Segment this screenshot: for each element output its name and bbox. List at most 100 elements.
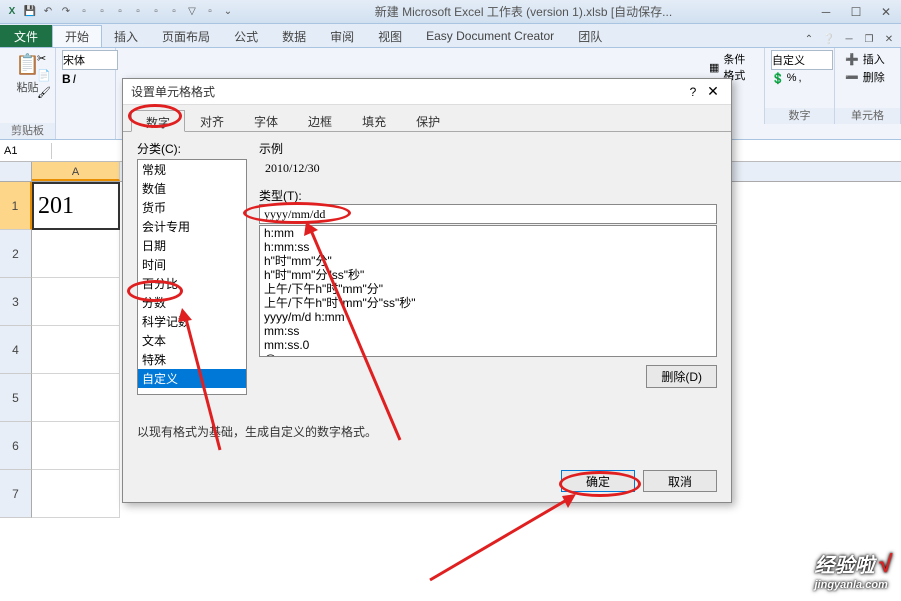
type-item[interactable]: mm:ss <box>260 324 716 338</box>
save-icon[interactable]: 💾 <box>22 4 38 20</box>
undo-icon[interactable]: ↶ <box>40 4 56 20</box>
qat-dropdown-icon[interactable]: ⌄ <box>220 4 236 20</box>
copy-icon[interactable]: 📄 <box>37 69 51 82</box>
category-item[interactable]: 日期 <box>138 236 246 255</box>
row-header-4[interactable]: 4 <box>0 326 32 374</box>
category-list[interactable]: 常规 数值 货币 会计专用 日期 时间 百分比 分数 科学记数 文本 特殊 自定… <box>137 159 247 395</box>
type-input[interactable] <box>259 204 717 224</box>
dialog-tab-border[interactable]: 边框 <box>293 109 347 131</box>
type-item[interactable]: h:mm:ss <box>260 240 716 254</box>
row-header-5[interactable]: 5 <box>0 374 32 422</box>
tab-team[interactable]: 团队 <box>566 25 614 47</box>
insert-cells-button[interactable]: ➕ 插入 <box>841 50 894 68</box>
cell[interactable] <box>32 278 120 326</box>
type-item[interactable]: 上午/下午h"时"mm"分"ss"秒" <box>260 296 716 310</box>
delete-cells-button[interactable]: ➖ 删除 <box>841 68 894 86</box>
type-item[interactable]: @ <box>260 352 716 357</box>
cut-icon[interactable]: ✂ <box>37 52 51 65</box>
tab-home[interactable]: 开始 <box>52 25 102 47</box>
cancel-button[interactable]: 取消 <box>643 470 717 492</box>
cell[interactable] <box>32 374 120 422</box>
example-value: 2010/12/30 <box>259 157 717 185</box>
category-item[interactable]: 会计专用 <box>138 217 246 236</box>
type-label: 类型(T): <box>259 187 717 204</box>
cell[interactable] <box>32 326 120 374</box>
format-painter-icon[interactable]: 🖌 <box>37 86 51 99</box>
type-item[interactable]: h"时"mm"分"ss"秒" <box>260 268 716 282</box>
doc-close-icon[interactable]: ✕ <box>881 31 897 47</box>
type-item[interactable]: mm:ss.0 <box>260 338 716 352</box>
category-item[interactable]: 特殊 <box>138 350 246 369</box>
tab-data[interactable]: 数据 <box>270 25 318 47</box>
tab-edc[interactable]: Easy Document Creator <box>414 25 566 47</box>
qat-icon[interactable]: ▫ <box>166 4 182 20</box>
doc-restore-icon[interactable]: ❐ <box>861 31 877 47</box>
dialog-tab-fill[interactable]: 填充 <box>347 109 401 131</box>
category-item-custom[interactable]: 自定义 <box>138 369 246 388</box>
minimize-button[interactable]: ─ <box>811 2 841 22</box>
help-icon[interactable]: ❔ <box>821 31 837 47</box>
cell[interactable] <box>32 230 120 278</box>
select-all-corner[interactable] <box>0 162 32 181</box>
dialog-tab-protection[interactable]: 保护 <box>401 109 455 131</box>
category-item[interactable]: 文本 <box>138 331 246 350</box>
tab-insert[interactable]: 插入 <box>102 25 150 47</box>
row-header-2[interactable]: 2 <box>0 230 32 278</box>
row-header-3[interactable]: 3 <box>0 278 32 326</box>
dialog-tab-number[interactable]: 数字 <box>131 110 185 132</box>
category-item[interactable]: 货币 <box>138 198 246 217</box>
name-box[interactable]: A1 <box>0 143 52 159</box>
tab-review[interactable]: 审阅 <box>318 25 366 47</box>
category-item[interactable]: 分数 <box>138 293 246 312</box>
minimize-ribbon-icon[interactable]: ⌃ <box>801 31 817 47</box>
maximize-button[interactable]: ☐ <box>841 2 871 22</box>
italic-icon[interactable]: I <box>73 72 76 86</box>
percent-icon[interactable]: % <box>787 72 797 85</box>
currency-icon[interactable]: 💲 <box>771 72 785 85</box>
number-format-select[interactable] <box>771 50 833 70</box>
dialog-tab-alignment[interactable]: 对齐 <box>185 109 239 131</box>
category-item[interactable]: 科学记数 <box>138 312 246 331</box>
ok-button[interactable]: 确定 <box>561 470 635 492</box>
tab-view[interactable]: 视图 <box>366 25 414 47</box>
doc-minimize-icon[interactable]: ─ <box>841 31 857 47</box>
type-item[interactable]: h:mm <box>260 226 716 240</box>
col-header-a[interactable]: A <box>32 162 120 181</box>
type-item[interactable]: yyyy/m/d h:mm <box>260 310 716 324</box>
delete-format-button[interactable]: 删除(D) <box>646 365 717 388</box>
qat-icon[interactable]: ▫ <box>112 4 128 20</box>
cell[interactable] <box>32 470 120 518</box>
row-header-1[interactable]: 1 <box>0 182 32 230</box>
type-list[interactable]: h:mm h:mm:ss h"时"mm"分" h"时"mm"分"ss"秒" 上午… <box>259 225 717 357</box>
type-item[interactable]: h"时"mm"分" <box>260 254 716 268</box>
window-title: 新建 Microsoft Excel 工作表 (version 1).xlsb … <box>236 3 811 20</box>
category-item[interactable]: 常规 <box>138 160 246 179</box>
tab-formulas[interactable]: 公式 <box>222 25 270 47</box>
row-header-7[interactable]: 7 <box>0 470 32 518</box>
category-item[interactable]: 时间 <box>138 255 246 274</box>
tab-page-layout[interactable]: 页面布局 <box>150 25 222 47</box>
row-header-6[interactable]: 6 <box>0 422 32 470</box>
qat-icon[interactable]: ▫ <box>94 4 110 20</box>
bold-icon[interactable]: B <box>62 72 71 86</box>
cell[interactable] <box>32 422 120 470</box>
dialog-tab-font[interactable]: 字体 <box>239 109 293 131</box>
qat-icon[interactable]: ▫ <box>202 4 218 20</box>
cell-a1[interactable]: 201 <box>32 182 120 230</box>
redo-icon[interactable]: ↷ <box>58 4 74 20</box>
type-item[interactable]: 上午/下午h"时"mm"分" <box>260 282 716 296</box>
dialog-help-button[interactable]: ? <box>683 85 703 99</box>
font-name-select[interactable] <box>62 50 118 70</box>
category-item[interactable]: 数值 <box>138 179 246 198</box>
qat-icon[interactable]: ▫ <box>148 4 164 20</box>
close-button[interactable]: ✕ <box>871 2 901 22</box>
group-cells-label: 单元格 <box>835 108 900 124</box>
category-item[interactable]: 百分比 <box>138 274 246 293</box>
qat-icon[interactable]: ▫ <box>76 4 92 20</box>
file-tab[interactable]: 文件 <box>0 25 52 47</box>
comma-icon[interactable]: , <box>798 72 801 85</box>
qat-icon[interactable]: ▫ <box>130 4 146 20</box>
watermark-sub: jingyanla.com <box>814 579 891 591</box>
dialog-close-button[interactable]: ✕ <box>703 83 723 100</box>
filter-icon[interactable]: ▽ <box>184 4 200 20</box>
